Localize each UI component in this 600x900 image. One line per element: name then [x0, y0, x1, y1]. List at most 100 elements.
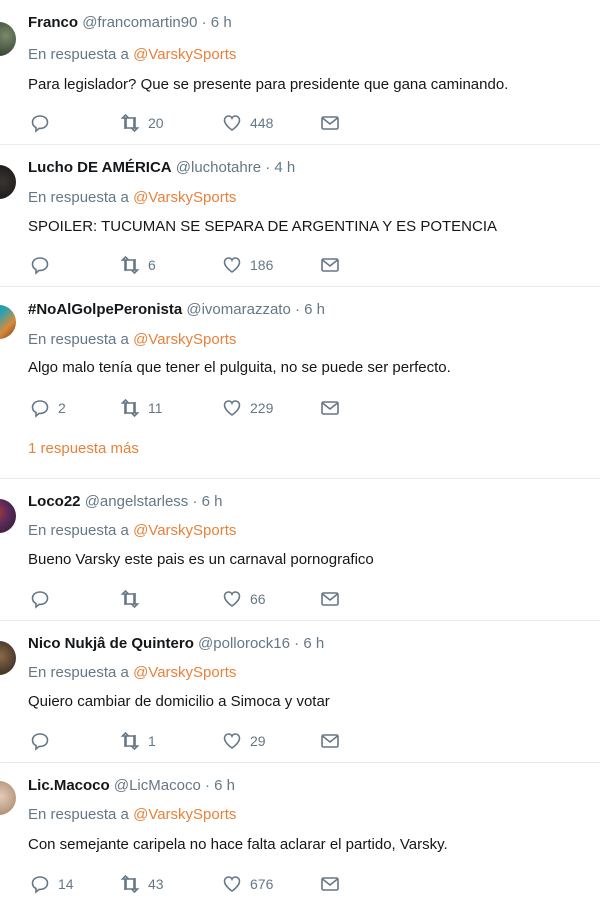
action-bar: 14 43 676	[0, 872, 600, 896]
like-button[interactable]: 676	[222, 872, 273, 896]
mention-link[interactable]: @VarskySports	[133, 522, 236, 539]
like-button[interactable]: 448	[222, 111, 273, 135]
direct-message-button[interactable]	[320, 587, 340, 611]
author-name[interactable]: Loco22	[28, 493, 81, 510]
like-button[interactable]: 229	[222, 396, 273, 420]
timestamp[interactable]: · 6 h	[205, 777, 235, 794]
reply-prefix: En respuesta a	[28, 522, 129, 539]
author-handle[interactable]: @pollorock16	[198, 635, 290, 652]
like-button[interactable]: 66	[222, 587, 266, 611]
timestamp[interactable]: · 6 h	[295, 301, 325, 318]
action-bar: 1 29	[0, 729, 600, 753]
reply-prefix: En respuesta a	[28, 806, 129, 823]
envelope-icon	[321, 877, 339, 891]
reply-button[interactable]: 2	[30, 396, 66, 420]
author-handle[interactable]: @ivomarazzato	[186, 301, 290, 318]
mention-link[interactable]: @VarskySports	[133, 806, 236, 823]
author-name[interactable]: Nico Nukjâ de Quintero	[28, 635, 194, 652]
avatar[interactable]	[0, 781, 16, 815]
avatar[interactable]	[0, 305, 16, 339]
mention-link[interactable]: @VarskySports	[133, 46, 236, 63]
timestamp[interactable]: · 4 h	[265, 159, 295, 176]
author-name[interactable]: #NoAlGolpePeronista	[28, 301, 182, 318]
retweet-count: 1	[148, 733, 156, 749]
tweet[interactable]: Nico Nukjâ de Quintero @pollorock16 · 6 …	[0, 621, 600, 763]
direct-message-button[interactable]	[320, 253, 340, 277]
retweet-button[interactable]: 11	[120, 396, 163, 420]
author-name[interactable]: Franco	[28, 14, 78, 31]
avatar[interactable]	[0, 165, 16, 199]
tweet[interactable]: Lucho DE AMÉRICA @luchotahre · 4 h En re…	[0, 145, 600, 287]
action-bar: 2 11 229	[0, 396, 600, 420]
reply-button[interactable]	[30, 111, 58, 135]
author-name[interactable]: Lucho DE AMÉRICA	[28, 159, 172, 176]
avatar[interactable]	[0, 22, 16, 56]
reply-icon	[31, 115, 49, 133]
reply-button[interactable]	[30, 729, 58, 753]
author-handle[interactable]: @francomartin90	[82, 14, 197, 31]
tweet[interactable]: Lic.Macoco @LicMacoco · 6 h En respuesta…	[0, 763, 600, 900]
retweet-count: 43	[148, 876, 164, 892]
retweet-icon	[120, 113, 140, 133]
retweet-count: 11	[148, 400, 163, 416]
author-handle[interactable]: @luchotahre	[176, 159, 261, 176]
heart-icon	[223, 876, 241, 892]
retweet-button[interactable]: 20	[120, 111, 164, 135]
like-button[interactable]: 29	[222, 729, 266, 753]
action-bar: 66	[0, 587, 600, 611]
heart-icon	[223, 115, 241, 131]
envelope-icon	[321, 258, 339, 272]
tweet-text: SPOILER: TUCUMAN SE SEPARA DE ARGENTINA …	[28, 218, 498, 235]
avatar[interactable]	[0, 641, 16, 675]
tweet[interactable]: Franco @francomartin90 · 6 h En respuest…	[0, 0, 600, 145]
retweet-icon	[120, 255, 140, 275]
retweet-button[interactable]: 6	[120, 253, 156, 277]
heart-icon	[223, 400, 241, 416]
timestamp[interactable]: · 6 h	[202, 14, 232, 31]
heart-icon	[223, 257, 241, 273]
timestamp[interactable]: · 6 h	[294, 635, 324, 652]
reply-icon	[31, 257, 49, 275]
reply-button[interactable]	[30, 253, 58, 277]
author-name[interactable]: Lic.Macoco	[28, 777, 110, 794]
like-count: 29	[250, 733, 266, 749]
reply-count: 14	[58, 876, 74, 892]
show-more-replies-link[interactable]: 1 respuesta más	[28, 440, 139, 457]
direct-message-button[interactable]	[320, 111, 340, 135]
author-handle[interactable]: @angelstarless	[85, 493, 189, 510]
tweet-text: Quiero cambiar de domicilio a Simoca y v…	[28, 693, 330, 710]
mention-link[interactable]: @VarskySports	[133, 664, 236, 681]
like-count: 229	[250, 400, 274, 416]
tweet-text: Para legislador? Que se presente para pr…	[28, 76, 509, 93]
retweet-count: 6	[148, 257, 156, 273]
direct-message-button[interactable]	[320, 872, 340, 896]
tweet[interactable]: Loco22 @angelstarless · 6 h En respuesta…	[0, 479, 600, 621]
reply-count: 2	[58, 400, 66, 416]
direct-message-button[interactable]	[320, 396, 340, 420]
tweet-text: Algo malo tenía que tener el pulguita, n…	[28, 359, 451, 376]
like-button[interactable]: 186	[222, 253, 273, 277]
reply-prefix: En respuesta a	[28, 46, 129, 63]
direct-message-button[interactable]	[320, 729, 340, 753]
reply-button[interactable]: 14	[30, 872, 74, 896]
retweet-icon	[120, 398, 140, 418]
action-bar: 20 448	[0, 111, 600, 135]
retweet-button[interactable]: 43	[120, 872, 164, 896]
retweet-button[interactable]	[120, 587, 148, 611]
reply-context: En respuesta a @VarskySports	[28, 522, 236, 539]
mention-link[interactable]: @VarskySports	[133, 331, 236, 348]
reply-context: En respuesta a @VarskySports	[28, 331, 236, 348]
timestamp[interactable]: · 6 h	[192, 493, 222, 510]
reply-context: En respuesta a @VarskySports	[28, 189, 236, 206]
envelope-icon	[321, 592, 339, 606]
like-count: 676	[250, 876, 274, 892]
reply-context: En respuesta a @VarskySports	[28, 664, 236, 681]
retweet-count: 20	[148, 115, 164, 131]
reply-button[interactable]	[30, 587, 58, 611]
author-handle[interactable]: @LicMacoco	[114, 777, 201, 794]
avatar[interactable]	[0, 499, 16, 533]
action-bar: 6 186	[0, 253, 600, 277]
retweet-button[interactable]: 1	[120, 729, 156, 753]
mention-link[interactable]: @VarskySports	[133, 189, 236, 206]
like-count: 66	[250, 591, 266, 607]
